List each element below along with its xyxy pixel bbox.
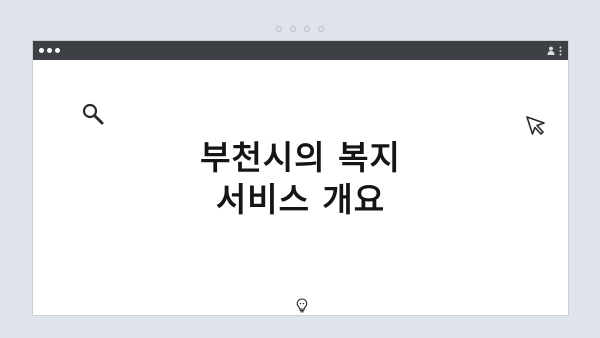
search-icon <box>81 102 105 130</box>
window-control-minimize[interactable] <box>47 48 52 53</box>
window-content: 부천시의 복지 서비스 개요 <box>33 60 568 317</box>
lightbulb-icon <box>296 298 308 317</box>
user-icon[interactable] <box>547 46 555 55</box>
page-dot <box>276 26 282 32</box>
window-controls <box>39 48 60 53</box>
title-line: 서비스 개요 <box>215 180 386 219</box>
title-line: 부천시의 복지 <box>200 138 401 177</box>
page-indicator <box>0 26 600 32</box>
window-titlebar <box>33 41 568 60</box>
browser-window: 부천시의 복지 서비스 개요 <box>32 40 569 316</box>
page-dot <box>318 26 324 32</box>
window-control-close[interactable] <box>39 48 44 53</box>
titlebar-actions <box>547 46 562 56</box>
window-control-maximize[interactable] <box>55 48 60 53</box>
page-dot <box>290 26 296 32</box>
menu-dots-icon[interactable] <box>559 46 562 56</box>
page-dot <box>304 26 310 32</box>
page-title: 부천시의 복지 서비스 개요 <box>33 137 568 221</box>
